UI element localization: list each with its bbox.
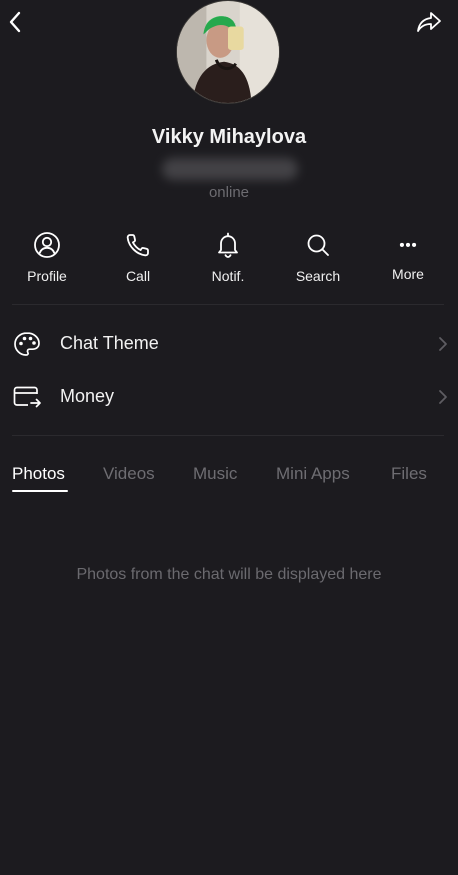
chevron-right-icon	[439, 390, 447, 404]
tab-music[interactable]: Music	[193, 464, 237, 484]
tab-mini-apps[interactable]: Mini Apps	[276, 464, 350, 484]
media-tabs: Photos Videos Music Mini Apps Files	[0, 464, 458, 496]
money-label: Money	[60, 386, 115, 406]
tab-videos[interactable]: Videos	[103, 464, 155, 484]
search-button[interactable]: Search	[283, 230, 353, 290]
share-arrow-icon	[417, 12, 441, 32]
phone-icon	[126, 234, 149, 257]
divider	[12, 435, 444, 436]
tab-photos[interactable]: Photos	[12, 464, 65, 484]
bell-icon	[218, 232, 238, 258]
divider	[12, 304, 444, 305]
action-bar: Profile Call Notif. Search More	[0, 230, 458, 290]
avatar[interactable]	[176, 0, 280, 104]
tab-files[interactable]: Files	[391, 464, 427, 484]
call-button[interactable]: Call	[103, 230, 173, 290]
search-label: Search	[295, 268, 341, 284]
money-row[interactable]: Money	[0, 373, 458, 421]
active-tab-indicator	[12, 490, 68, 492]
more-dots-icon	[399, 242, 417, 247]
chat-profile-screen: Vikky Mihaylova online Profile Call Noti…	[0, 0, 458, 875]
search-icon	[307, 234, 329, 256]
palette-icon	[14, 332, 40, 356]
notifications-button[interactable]: Notif.	[193, 230, 263, 290]
share-button[interactable]	[414, 8, 444, 36]
chevron-left-icon	[9, 11, 21, 33]
back-button[interactable]	[4, 8, 28, 36]
empty-state-text: Photos from the chat will be displayed h…	[76, 566, 382, 583]
user-circle-icon	[34, 232, 60, 258]
more-button[interactable]: More	[373, 230, 443, 290]
chevron-right-icon	[439, 337, 447, 351]
notifications-label: Notif.	[211, 268, 245, 284]
chat-theme-row[interactable]: Chat Theme	[0, 320, 458, 368]
status-text: online	[208, 184, 250, 201]
avatar-photo	[177, 1, 279, 103]
more-label: More	[392, 266, 424, 282]
redacted-phone	[162, 158, 298, 180]
chat-theme-label: Chat Theme	[60, 333, 159, 353]
profile-label: Profile	[27, 268, 67, 284]
contact-name: Vikky Mihaylova	[151, 126, 307, 148]
profile-button[interactable]: Profile	[12, 230, 82, 290]
call-label: Call	[125, 268, 151, 284]
wallet-icon	[13, 386, 41, 408]
